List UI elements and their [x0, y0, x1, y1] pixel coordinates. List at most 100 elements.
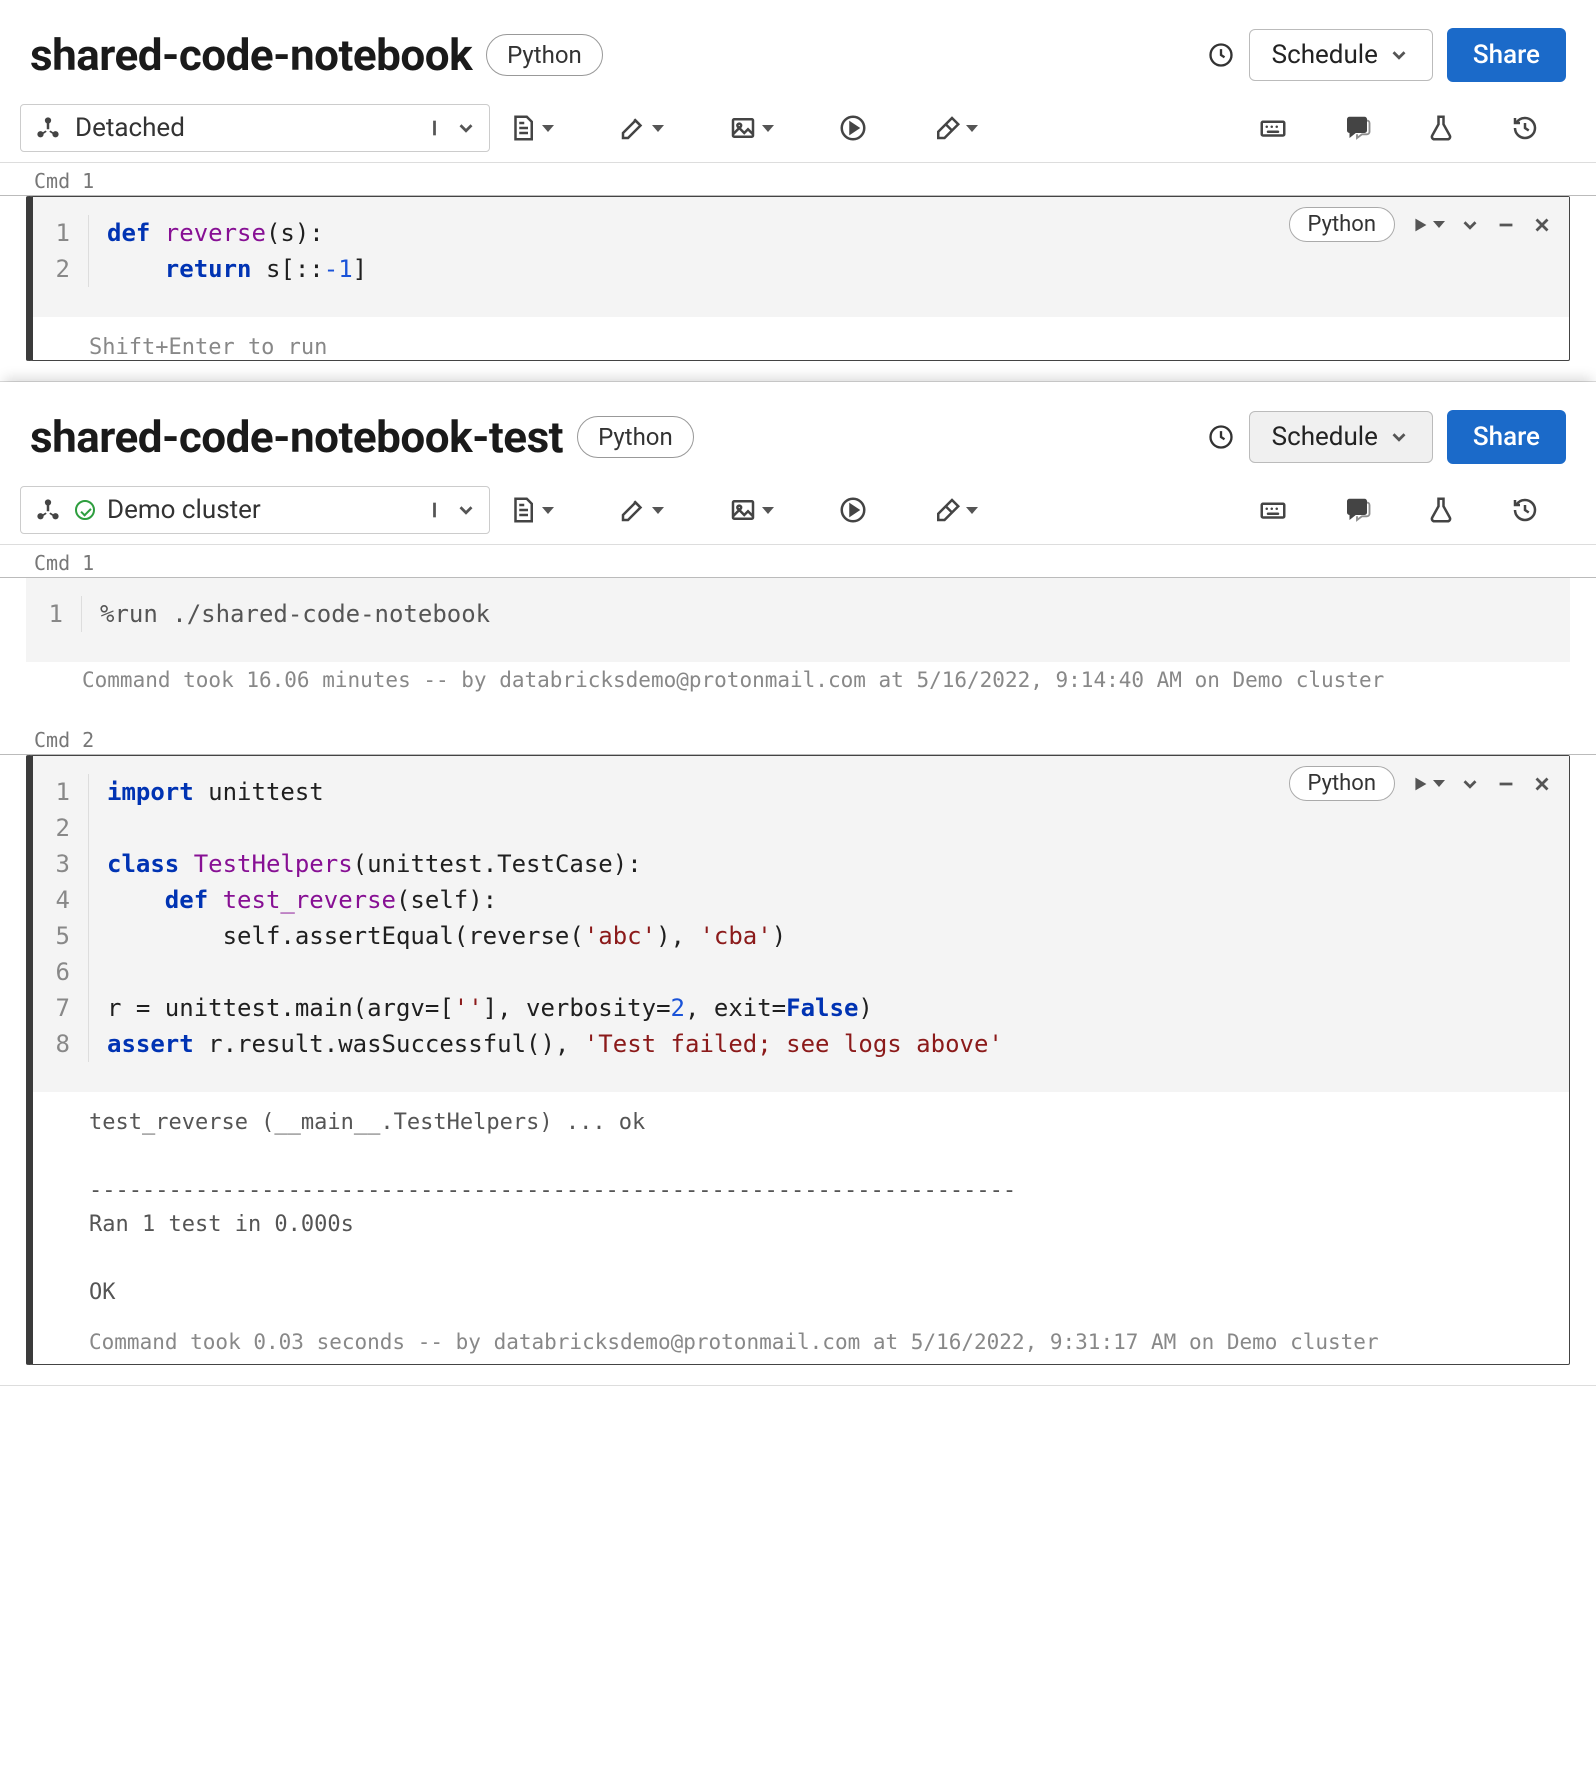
- image-menu[interactable]: [718, 107, 784, 149]
- keyboard-button[interactable]: [1248, 107, 1298, 149]
- share-button[interactable]: Share: [1447, 28, 1566, 82]
- image-menu[interactable]: [718, 489, 784, 531]
- delete-cell-button[interactable]: [1531, 773, 1553, 795]
- cluster-label: Demo cluster: [107, 495, 261, 525]
- notebook: shared-code-notebook Python Schedule Share D…: [0, 0, 1596, 382]
- share-button[interactable]: Share: [1447, 410, 1566, 464]
- code-editor[interactable]: 1%run ./shared-code-notebook: [26, 578, 1570, 662]
- history-icon: [1510, 113, 1540, 143]
- schedule-button[interactable]: Schedule: [1249, 411, 1433, 463]
- chevdown-icon: [455, 499, 477, 521]
- file-menu[interactable]: [498, 489, 564, 531]
- code-content[interactable]: import unittest class TestHelpers(unitte…: [89, 774, 1003, 1062]
- keyboard-icon: [1258, 495, 1288, 525]
- cluster-dropdown[interactable]: [429, 117, 477, 139]
- schedule-label: Schedule: [1272, 422, 1378, 452]
- comment-icon: [1342, 495, 1372, 525]
- file-icon: [508, 495, 538, 525]
- language-pill[interactable]: Python: [577, 416, 694, 458]
- chevdown-icon: [455, 117, 477, 139]
- cluster-icon: [33, 495, 63, 525]
- minimize-cell-button[interactable]: [1495, 214, 1517, 236]
- keyboard-icon: [1258, 113, 1288, 143]
- eraser-icon: [932, 495, 962, 525]
- notebook-header: shared-code-notebook-test Python Schedule S…: [0, 382, 1596, 480]
- comment-button[interactable]: [1332, 107, 1382, 149]
- beaker-icon: [1426, 495, 1456, 525]
- clock-icon: [1207, 423, 1235, 451]
- notebook-title: shared-code-notebook-test: [30, 411, 563, 463]
- code-content[interactable]: %run ./shared-code-notebook: [82, 596, 490, 632]
- collapse-cell-button[interactable]: [1459, 214, 1481, 236]
- schedule-label: Schedule: [1272, 40, 1378, 70]
- file-icon: [508, 113, 538, 143]
- line-gutter: 12: [33, 215, 89, 287]
- cell-output: test_reverse (__main__.TestHelpers) ... …: [33, 1092, 1569, 1324]
- cmd-label: Cmd 2: [0, 722, 1596, 755]
- edit-icon: [618, 495, 648, 525]
- cell-language-pill[interactable]: Python: [1289, 766, 1395, 801]
- play-menu[interactable]: [828, 489, 878, 531]
- cell-meta: Command took 0.03 seconds -- by databric…: [33, 1324, 1569, 1364]
- keyboard-button[interactable]: [1248, 489, 1298, 531]
- cluster-selector[interactable]: Detached: [20, 104, 490, 152]
- history-icon: [1510, 495, 1540, 525]
- delete-cell-button[interactable]: [1531, 214, 1553, 236]
- cell-meta: Command took 16.06 minutes -- by databri…: [26, 662, 1570, 702]
- comment-button[interactable]: [1332, 489, 1382, 531]
- line-gutter: 12345678: [33, 774, 89, 1062]
- schedule-button[interactable]: Schedule: [1249, 29, 1433, 81]
- code-cell[interactable]: Python 12def reverse(s): return s[::-1]Sh…: [26, 196, 1570, 361]
- collapse-cell-button[interactable]: [1459, 773, 1481, 795]
- beaker-button[interactable]: [1416, 107, 1466, 149]
- clock-icon: [1207, 41, 1235, 69]
- notebook-header: shared-code-notebook Python Schedule Share: [0, 0, 1596, 98]
- play-icon: [838, 113, 868, 143]
- code-editor[interactable]: 12345678import unittest class TestHelper…: [33, 756, 1569, 1092]
- history-button[interactable]: [1500, 107, 1550, 149]
- comment-icon: [1342, 113, 1372, 143]
- edit-menu[interactable]: [608, 107, 674, 149]
- language-pill[interactable]: Python: [486, 34, 603, 76]
- image-icon: [728, 495, 758, 525]
- cmd-label: Cmd 1: [0, 163, 1596, 196]
- cell-language-pill[interactable]: Python: [1289, 207, 1395, 242]
- run-cell-button[interactable]: [1409, 214, 1445, 236]
- line-gutter: 1: [26, 596, 82, 632]
- edit-menu[interactable]: [608, 489, 674, 531]
- status-ok-icon: [75, 500, 95, 520]
- run-cell-button[interactable]: [1409, 773, 1445, 795]
- code-cell[interactable]: Python12345678import unittest class Test…: [26, 755, 1570, 1365]
- notebook-title: shared-code-notebook: [30, 29, 472, 81]
- run-hint: Shift+Enter to run: [33, 317, 1569, 360]
- beaker-icon: [1426, 113, 1456, 143]
- code-cell[interactable]: 1%run ./shared-code-notebookCommand took…: [26, 578, 1570, 702]
- play-menu[interactable]: [828, 107, 878, 149]
- cluster-dropdown[interactable]: [429, 499, 477, 521]
- cell-toolbar: Python: [1289, 766, 1553, 801]
- cell-toolbar: Python: [1289, 207, 1553, 242]
- cluster-selector[interactable]: Demo cluster: [20, 486, 490, 534]
- history-button[interactable]: [1500, 489, 1550, 531]
- playsolid-icon: [1409, 214, 1431, 236]
- eraser-icon: [932, 113, 962, 143]
- chevdown-icon: [1388, 426, 1410, 448]
- notebook: shared-code-notebook-test Python Schedule S…: [0, 382, 1596, 1386]
- cmd-label: Cmd 1: [0, 545, 1596, 578]
- image-icon: [728, 113, 758, 143]
- toolbar: Detached: [0, 98, 1596, 163]
- toolbar: Demo cluster: [0, 480, 1596, 545]
- beaker-button[interactable]: [1416, 489, 1466, 531]
- minimize-cell-button[interactable]: [1495, 773, 1517, 795]
- file-menu[interactable]: [498, 107, 564, 149]
- eraser-menu[interactable]: [922, 489, 988, 531]
- cluster-icon: [33, 113, 63, 143]
- bar-icon: [429, 499, 451, 521]
- cluster-label: Detached: [75, 113, 185, 143]
- play-icon: [838, 495, 868, 525]
- playsolid-icon: [1409, 773, 1431, 795]
- bar-icon: [429, 117, 451, 139]
- eraser-menu[interactable]: [922, 107, 988, 149]
- edit-icon: [618, 113, 648, 143]
- code-content[interactable]: def reverse(s): return s[::-1]: [89, 215, 367, 287]
